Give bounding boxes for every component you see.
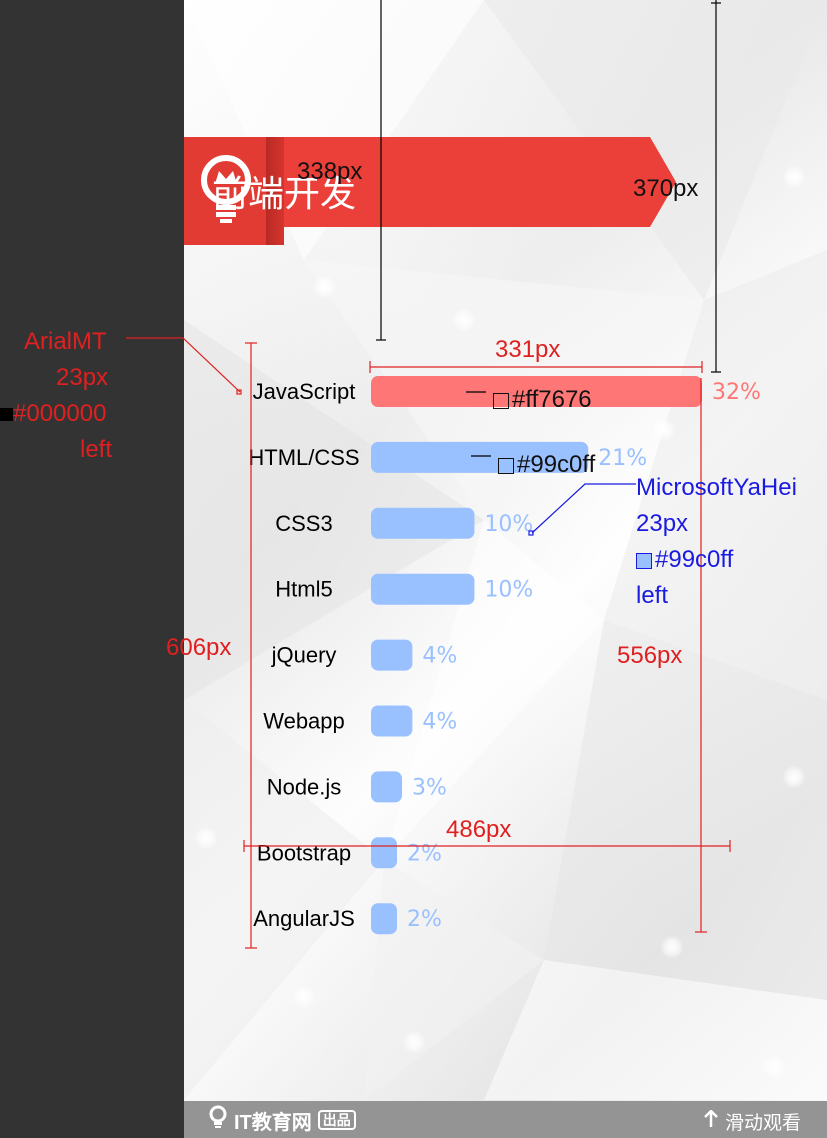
annotation-font-color-text: #000000 [13,400,107,427]
annotation-pct-font-color-text: #99c0ff [655,546,734,573]
brand-logo: IT教育网 出品 [208,1105,356,1135]
swipe-hint-label: 滑动观看 [724,1112,801,1134]
annotation-font-align: left [80,436,113,463]
brand-name: IT教育网 [234,1111,312,1134]
annotation-red-swatch: #ff7676 [493,386,592,414]
footer-bar: IT教育网 出品 滑动观看 [184,1101,827,1138]
sparkle [402,1030,426,1054]
annotation-blue-swatch-text: #99c0ff [517,451,596,478]
swatch-outline [498,457,514,474]
annotation-red-swatch-text: #ff7676 [512,386,592,413]
sparkle [292,985,316,1009]
swatch-blue [636,552,652,569]
annotation-font-color: #000000 [0,400,106,428]
annotation-pct-font-name: MicrosoftYaHei [636,474,797,501]
annotation-blue-swatch: #99c0ff [498,451,595,479]
swatch-black [0,408,13,422]
swatch-outline [493,392,509,409]
sparkle [194,826,218,850]
sparkle [452,308,476,332]
dim-556: 556px [617,642,683,669]
annotation-pct-font-size: 23px [636,510,689,537]
annotation-font-name: ArialMT [24,328,107,355]
dim-331: 331px [495,336,561,363]
lightbulb-small-icon [208,1105,228,1135]
swipe-hint[interactable]: 滑动观看 [703,1108,801,1135]
sparkle [782,165,806,189]
sparkle [652,418,676,442]
brand-badge: 出品 [317,1110,356,1130]
sparkle [660,935,684,959]
dim-486: 486px [446,816,512,843]
annotation-pct-font-color: #99c0ff [636,546,733,574]
sparkle [762,1055,786,1079]
sparkle [782,765,806,789]
annotation-pct-font-align: left [636,582,669,609]
dim-338: 338px [297,158,363,185]
annotation-font-size: 23px [56,364,109,391]
arrow-up-icon [703,1109,719,1133]
sparkle [312,275,336,299]
dim-606: 606px [166,634,232,661]
dim-370: 370px [633,175,699,202]
